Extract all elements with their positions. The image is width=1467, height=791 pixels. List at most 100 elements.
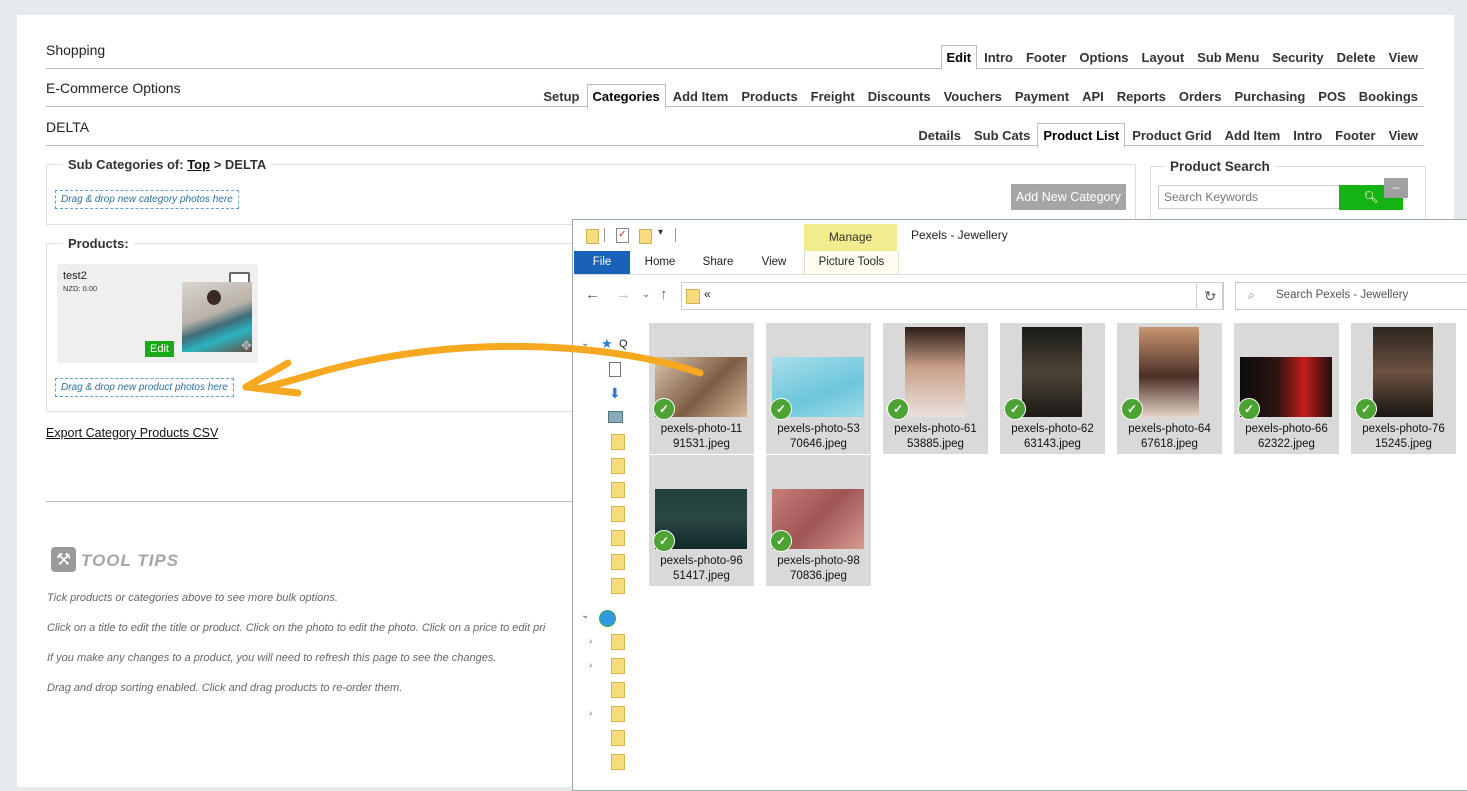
file-tile[interactable]: ✓ pexels-photo-64 67618.jpeg: [1117, 323, 1222, 454]
file-name[interactable]: pexels-photo-96 51417.jpeg: [649, 554, 754, 584]
star-icon[interactable]: ★: [601, 336, 613, 352]
ribbon-tab-file[interactable]: File: [574, 251, 630, 274]
properties-icon[interactable]: ✓: [616, 228, 629, 243]
tab-footer[interactable]: Footer: [1329, 123, 1381, 147]
tab-view[interactable]: View: [1383, 45, 1424, 69]
tab-intro[interactable]: Intro: [1287, 123, 1328, 147]
forward-icon[interactable]: →: [616, 286, 631, 303]
product-edit-button[interactable]: Edit: [145, 341, 174, 357]
tab-product-list[interactable]: Product List: [1037, 123, 1126, 148]
folder-icon[interactable]: [611, 682, 625, 698]
file-tile[interactable]: ✓ pexels-photo-76 15245.jpeg: [1351, 323, 1456, 454]
folder-icon[interactable]: [611, 706, 625, 722]
address-bar[interactable]: « ⌄: [681, 282, 1223, 310]
file-name[interactable]: pexels-photo-76 15245.jpeg: [1351, 422, 1456, 452]
file-tile[interactable]: ✓ pexels-photo-96 51417.jpeg: [649, 455, 754, 586]
file-thumbnail[interactable]: [1373, 327, 1433, 417]
customize-toolbar-icon[interactable]: ▾: [658, 227, 663, 238]
ribbon-tab-picture-tools[interactable]: Picture Tools: [804, 251, 899, 274]
product-search-input[interactable]: [1158, 185, 1340, 209]
new-folder-icon[interactable]: [639, 229, 652, 244]
tab-freight[interactable]: Freight: [805, 84, 861, 108]
ribbon-tab-home[interactable]: Home: [636, 251, 684, 274]
tab-delete[interactable]: Delete: [1331, 45, 1382, 69]
export-csv-link[interactable]: Export Category Products CSV: [46, 426, 218, 440]
folder-icon[interactable]: [611, 482, 625, 498]
tab-details[interactable]: Details: [912, 123, 967, 147]
category-dropzone[interactable]: Drag & drop new category photos here: [55, 190, 239, 209]
chevron-right-icon[interactable]: ›: [589, 708, 592, 719]
folder-icon[interactable]: [611, 434, 625, 450]
folder-icon[interactable]: [611, 578, 625, 594]
file-tile[interactable]: ✓ pexels-photo-11 91531.jpeg: [649, 323, 754, 454]
tab-setup[interactable]: Setup: [537, 84, 585, 108]
quick-access-label[interactable]: Q: [619, 338, 628, 350]
file-name[interactable]: pexels-photo-98 70836.jpeg: [766, 554, 871, 584]
tab-sub-menu[interactable]: Sub Menu: [1191, 45, 1265, 69]
tab-edit[interactable]: Edit: [940, 45, 978, 70]
chevron-right-icon[interactable]: ›: [589, 660, 592, 671]
file-tile[interactable]: ✓ pexels-photo-53 70646.jpeg: [766, 323, 871, 454]
add-new-category-button[interactable]: Add New Category: [1011, 184, 1126, 210]
tab-discounts[interactable]: Discounts: [862, 84, 937, 108]
tab-footer[interactable]: Footer: [1020, 45, 1072, 69]
tab-payment[interactable]: Payment: [1009, 84, 1075, 108]
back-icon[interactable]: ←: [585, 286, 600, 303]
folder-icon[interactable]: [611, 506, 625, 522]
file-thumbnail[interactable]: [1139, 327, 1199, 417]
folder-icon[interactable]: [611, 754, 625, 770]
tab-add-item[interactable]: Add Item: [1219, 123, 1287, 147]
tab-add-item[interactable]: Add Item: [667, 84, 735, 108]
chevron-right-icon[interactable]: ›: [589, 636, 592, 647]
file-name[interactable]: pexels-photo-61 53885.jpeg: [883, 422, 988, 452]
tab-pos[interactable]: POS: [1312, 84, 1351, 108]
picture-icon[interactable]: [608, 411, 623, 423]
recent-locations-icon[interactable]: ⌄: [642, 289, 650, 300]
file-name[interactable]: pexels-photo-11 91531.jpeg: [649, 422, 754, 452]
tab-categories[interactable]: Categories: [586, 84, 666, 109]
tab-product-grid[interactable]: Product Grid: [1126, 123, 1217, 147]
file-tile[interactable]: ✓ pexels-photo-66 62322.jpeg: [1234, 323, 1339, 454]
tab-intro[interactable]: Intro: [978, 45, 1019, 69]
folder-icon[interactable]: [586, 229, 599, 244]
folder-icon[interactable]: [611, 554, 625, 570]
download-icon[interactable]: ⬇: [609, 385, 621, 402]
file-thumbnail[interactable]: [1022, 327, 1082, 417]
tab-orders[interactable]: Orders: [1173, 84, 1228, 108]
document-icon[interactable]: [609, 362, 621, 377]
tab-sub-cats[interactable]: Sub Cats: [968, 123, 1036, 147]
refresh-icon[interactable]: ↻: [1196, 282, 1224, 310]
tab-products[interactable]: Products: [735, 84, 803, 108]
top-link[interactable]: Top: [187, 157, 210, 172]
tab-purchasing[interactable]: Purchasing: [1229, 84, 1312, 108]
file-tile[interactable]: ✓ pexels-photo-62 63143.jpeg: [1000, 323, 1105, 454]
product-dropzone[interactable]: Drag & drop new product photos here: [55, 378, 234, 397]
product-card[interactable]: test2 NZD: 0.00 ✥ Edit: [57, 264, 258, 363]
folder-icon[interactable]: [611, 730, 625, 746]
tab-options[interactable]: Options: [1073, 45, 1134, 69]
expand-icon[interactable]: ⌄: [581, 338, 589, 349]
explorer-search-box[interactable]: ⌕ Search Pexels - Jewellery: [1235, 282, 1467, 310]
file-tile[interactable]: ✓ pexels-photo-61 53885.jpeg: [883, 323, 988, 454]
ribbon-tab-view[interactable]: View: [751, 251, 797, 274]
file-tile[interactable]: ✓ pexels-photo-98 70836.jpeg: [766, 455, 871, 586]
tab-vouchers[interactable]: Vouchers: [938, 84, 1008, 108]
file-thumbnail[interactable]: [905, 327, 965, 417]
product-name[interactable]: test2: [63, 270, 87, 282]
manage-tab[interactable]: Manage: [804, 224, 897, 251]
file-name[interactable]: pexels-photo-62 63143.jpeg: [1000, 422, 1105, 452]
tab-reports[interactable]: Reports: [1111, 84, 1172, 108]
file-name[interactable]: pexels-photo-66 62322.jpeg: [1234, 422, 1339, 452]
tab-view[interactable]: View: [1383, 123, 1424, 147]
folder-icon[interactable]: [611, 530, 625, 546]
tab-layout[interactable]: Layout: [1136, 45, 1191, 69]
folder-icon[interactable]: [611, 658, 625, 674]
expand-icon[interactable]: ⌄: [581, 610, 589, 621]
product-price[interactable]: NZD: 0.00: [63, 284, 97, 293]
minimize-button[interactable]: –: [1384, 178, 1408, 198]
tab-api[interactable]: API: [1076, 84, 1110, 108]
tab-bookings[interactable]: Bookings: [1353, 84, 1424, 108]
folder-icon[interactable]: [611, 634, 625, 650]
move-icon[interactable]: ✥: [241, 338, 252, 354]
up-icon[interactable]: ↑: [660, 286, 668, 303]
